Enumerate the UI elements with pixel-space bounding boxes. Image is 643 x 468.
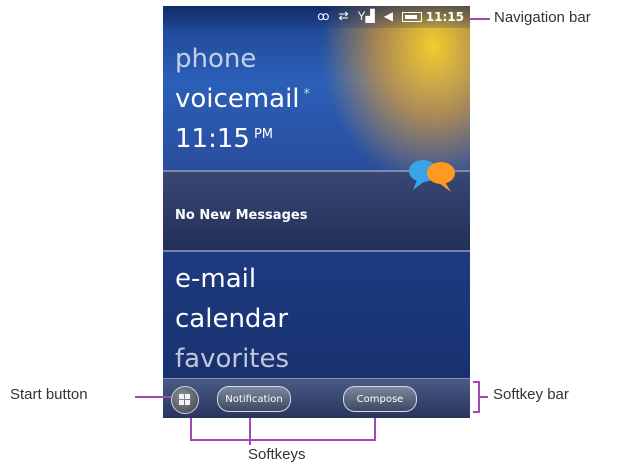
calendar-item[interactable]: calendar xyxy=(175,304,288,334)
windows-flag-icon xyxy=(179,394,190,405)
notification-softkey[interactable]: Notification xyxy=(217,386,291,412)
favorites-item[interactable]: favorites xyxy=(175,344,289,374)
start-button[interactable] xyxy=(171,386,199,414)
nav-bar-leader xyxy=(470,18,490,20)
start-button-callout: Start button xyxy=(10,386,88,403)
voicemail-marker: * xyxy=(303,87,311,102)
softkey-bar-leader xyxy=(480,396,488,398)
time-label: 11:15 xyxy=(175,124,250,154)
softkeys-callout: Softkeys xyxy=(248,446,306,463)
signal-icon: Y▟ xyxy=(357,9,375,23)
softkeys-bracket xyxy=(190,439,376,441)
messages-text: No New Messages xyxy=(175,208,308,223)
battery-icon xyxy=(402,12,422,22)
navigation-bar-callout: Navigation bar xyxy=(494,9,591,26)
softkeys-leader-notification xyxy=(249,418,251,440)
status-icons: ꝏ ⇄ Y▟ ◀ xyxy=(317,9,422,23)
navigation-bar[interactable]: ꝏ ⇄ Y▟ ◀ 11:15 xyxy=(163,6,470,28)
email-item[interactable]: e-mail xyxy=(175,264,256,294)
chat-bubbles-icon xyxy=(409,160,455,192)
voicemail-item[interactable]: voicemail * xyxy=(175,84,310,114)
softkeys-leader-compose xyxy=(374,418,376,440)
softkeys-leader-start xyxy=(190,418,192,440)
softkey-bar: Notification Compose xyxy=(163,378,470,418)
data-transfer-icon: ⇄ xyxy=(338,9,349,23)
softkey-bar-bracket-top xyxy=(473,381,480,383)
voicemail-icon: ꝏ xyxy=(317,9,330,23)
phone-screen: ꝏ ⇄ Y▟ ◀ 11:15 phone voicemail * 11:15 PM … xyxy=(163,6,470,418)
voicemail-label: voicemail xyxy=(175,84,300,114)
status-clock[interactable]: 11:15 xyxy=(426,10,464,24)
softkey-bar-callout: Softkey bar xyxy=(493,386,569,403)
softkeys-bracket-tick xyxy=(249,440,251,445)
compose-softkey[interactable]: Compose xyxy=(343,386,417,412)
phone-item[interactable]: phone xyxy=(175,44,256,74)
time-suffix: PM xyxy=(253,127,273,142)
time-item[interactable]: 11:15 PM xyxy=(175,124,273,154)
speaker-icon: ◀ xyxy=(383,9,393,23)
softkey-bar-bracket-bottom xyxy=(473,411,480,413)
start-button-leader xyxy=(135,396,171,398)
